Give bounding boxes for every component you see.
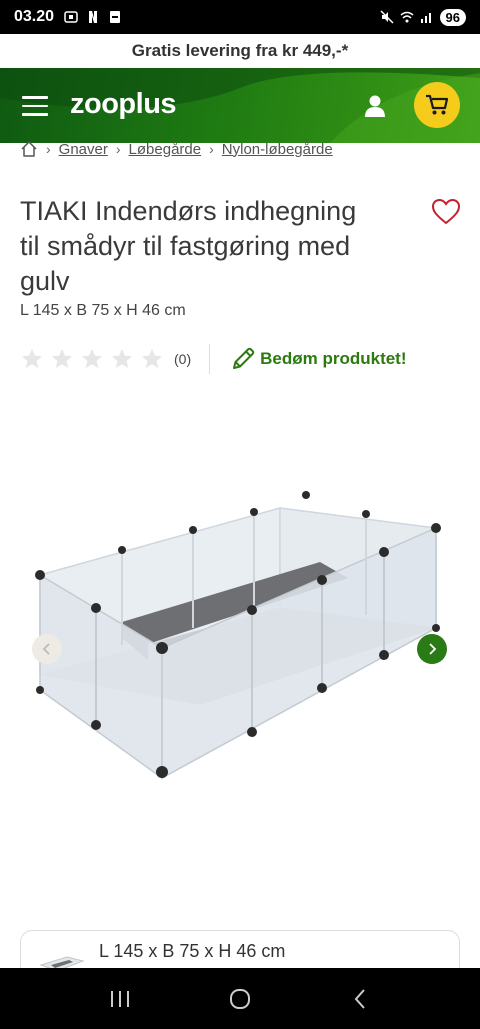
breadcrumb: › Gnaver › Løbegårde › Nylon-løbegårde xyxy=(20,140,333,158)
home-circle-icon xyxy=(230,988,250,1009)
home-icon[interactable] xyxy=(20,140,38,158)
product-image xyxy=(35,491,441,780)
cart-icon xyxy=(426,94,449,115)
divider xyxy=(209,344,211,374)
star-icon xyxy=(82,349,102,368)
recent-apps-button[interactable] xyxy=(100,979,140,1019)
mute-icon xyxy=(380,10,394,24)
netflix-icon xyxy=(89,11,98,23)
rate-product-link[interactable]: Bedøm produktet! xyxy=(230,346,407,372)
back-icon xyxy=(354,988,365,1009)
site-header: zooplus xyxy=(0,68,480,143)
star-rating[interactable] xyxy=(20,347,164,371)
status-bar: 03.20 96 xyxy=(0,0,480,34)
back-button[interactable] xyxy=(340,979,380,1019)
product-dimensions: L 145 x B 75 x H 46 cm xyxy=(20,302,186,319)
chevron-right-icon: › xyxy=(209,141,214,157)
recent-apps-icon xyxy=(111,990,129,1007)
rating-row: (0) Bedøm produktet! xyxy=(20,344,460,374)
chevron-right-icon: › xyxy=(115,141,121,157)
carousel-next-button[interactable] xyxy=(417,634,447,664)
promo-banner[interactable]: Gratis levering fra kr 449,-* xyxy=(0,34,480,68)
breadcrumb-link-gnaver[interactable]: Gnaver xyxy=(59,141,108,158)
wishlist-heart-icon[interactable] xyxy=(431,198,461,226)
star-icon xyxy=(142,349,162,368)
menu-button[interactable] xyxy=(22,96,48,116)
breadcrumb-link-lobegarde[interactable]: Løbegårde xyxy=(129,141,202,158)
product-title: TIAKI Indendørs indhegning til smådyr ti… xyxy=(20,196,357,296)
breadcrumb-link-nylon-lobegarde[interactable]: Nylon-løbegårde xyxy=(222,141,333,158)
variant-label: L 145 x B 75 x H 46 cm xyxy=(99,941,286,961)
screenshot-icon xyxy=(64,11,78,23)
home-button[interactable] xyxy=(220,979,260,1019)
user-icon[interactable] xyxy=(362,93,388,119)
promo-text: Gratis levering fra kr 449,-* xyxy=(131,41,349,60)
star-icon xyxy=(22,349,42,368)
chevron-right-icon xyxy=(429,643,437,655)
chevron-left-icon xyxy=(42,643,50,655)
battery-level: 96 xyxy=(439,8,466,26)
system-nav-bar xyxy=(0,968,480,1029)
star-icon xyxy=(52,349,72,368)
signal-icon xyxy=(420,13,431,23)
carousel-prev-button[interactable] xyxy=(32,634,62,664)
pencil-icon xyxy=(233,347,255,369)
rate-product-label: Bedøm produktet! xyxy=(260,349,407,368)
status-time: 03.20 xyxy=(14,8,55,25)
zooplus-logo[interactable]: zooplus xyxy=(70,88,177,121)
review-count[interactable]: (0) xyxy=(174,351,191,367)
pdf-icon xyxy=(110,11,121,23)
cart-button[interactable] xyxy=(414,82,460,128)
star-icon xyxy=(112,349,132,368)
wifi-icon xyxy=(400,11,414,23)
chevron-right-icon: › xyxy=(46,141,51,157)
